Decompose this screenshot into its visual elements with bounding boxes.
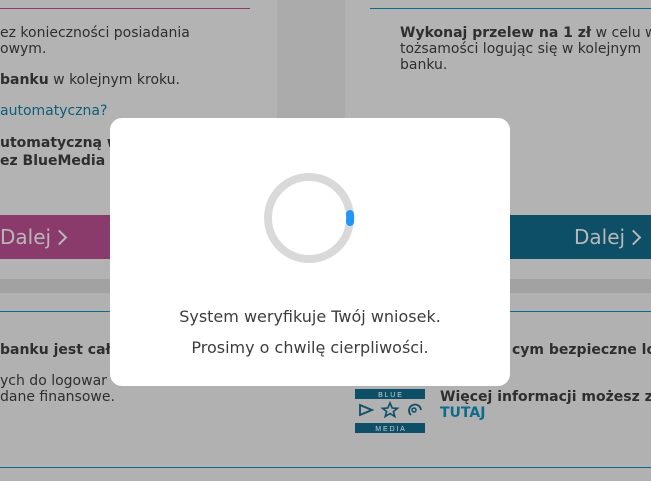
bottom-left-text-3: dane finansowe. xyxy=(0,389,115,405)
chevron-right-icon xyxy=(51,229,68,246)
left-card-bank-rest: w kolejnym kroku. xyxy=(48,72,181,88)
right-card-text-2: tożsamości logując się w kolejnym xyxy=(400,41,642,57)
right-card-transfer-rest: w celu we xyxy=(595,25,651,41)
right-card-text-3: banku. xyxy=(400,57,448,73)
bluemedia-logo-icon: B L U E M E D I A xyxy=(355,389,425,433)
left-card-text-1: ez konieczności posiadania xyxy=(0,25,190,41)
left-card-accent-line xyxy=(0,8,250,9)
left-card-text-6: ez BlueMedia S xyxy=(0,153,121,169)
chevron-right-icon xyxy=(625,229,642,246)
modal-message-line-1: System weryfikuje Twój wniosek. xyxy=(179,307,441,326)
more-info-text: Więcej informacji możesz zna xyxy=(440,389,651,405)
right-card-transfer-bold: Wykonaj przelew na 1 zł xyxy=(400,25,592,41)
bottom-right-bold-text: cym bezpieczne log xyxy=(512,342,651,358)
left-card-bank-bold: banku xyxy=(0,72,49,88)
bottom-left-text-2: ych do logowar xyxy=(0,373,107,389)
bottom-accent-line xyxy=(0,467,651,468)
right-card-text-1: Wykonaj przelew na 1 zł w celu we xyxy=(400,25,651,41)
right-next-button-label: Dalej xyxy=(574,225,626,249)
page-background: ez konieczności posiadania owym. banku w… xyxy=(0,0,651,481)
left-card-text-5: utomatyczną w xyxy=(0,135,120,151)
spinner-icon xyxy=(264,173,355,263)
logo-text-top: B L U E xyxy=(378,392,402,399)
modal-message-line-2: Prosimy o chwilę cierpliwości. xyxy=(191,338,429,357)
bottom-left-bold-text: banku jest całk xyxy=(0,342,121,358)
logo-text-bottom: M E D I A xyxy=(375,426,405,433)
left-card-text-2: owym. xyxy=(0,41,47,57)
left-next-button-label: Dalej xyxy=(0,225,52,249)
left-card-text-3: banku w kolejnym kroku. xyxy=(0,72,180,88)
right-card-accent-line xyxy=(370,8,651,9)
automatic-question-link[interactable]: automatyczna? xyxy=(0,103,107,119)
verification-modal: System weryfikuje Twój wniosek. Prosimy … xyxy=(110,118,510,386)
here-link[interactable]: TUTAJ xyxy=(440,405,485,421)
